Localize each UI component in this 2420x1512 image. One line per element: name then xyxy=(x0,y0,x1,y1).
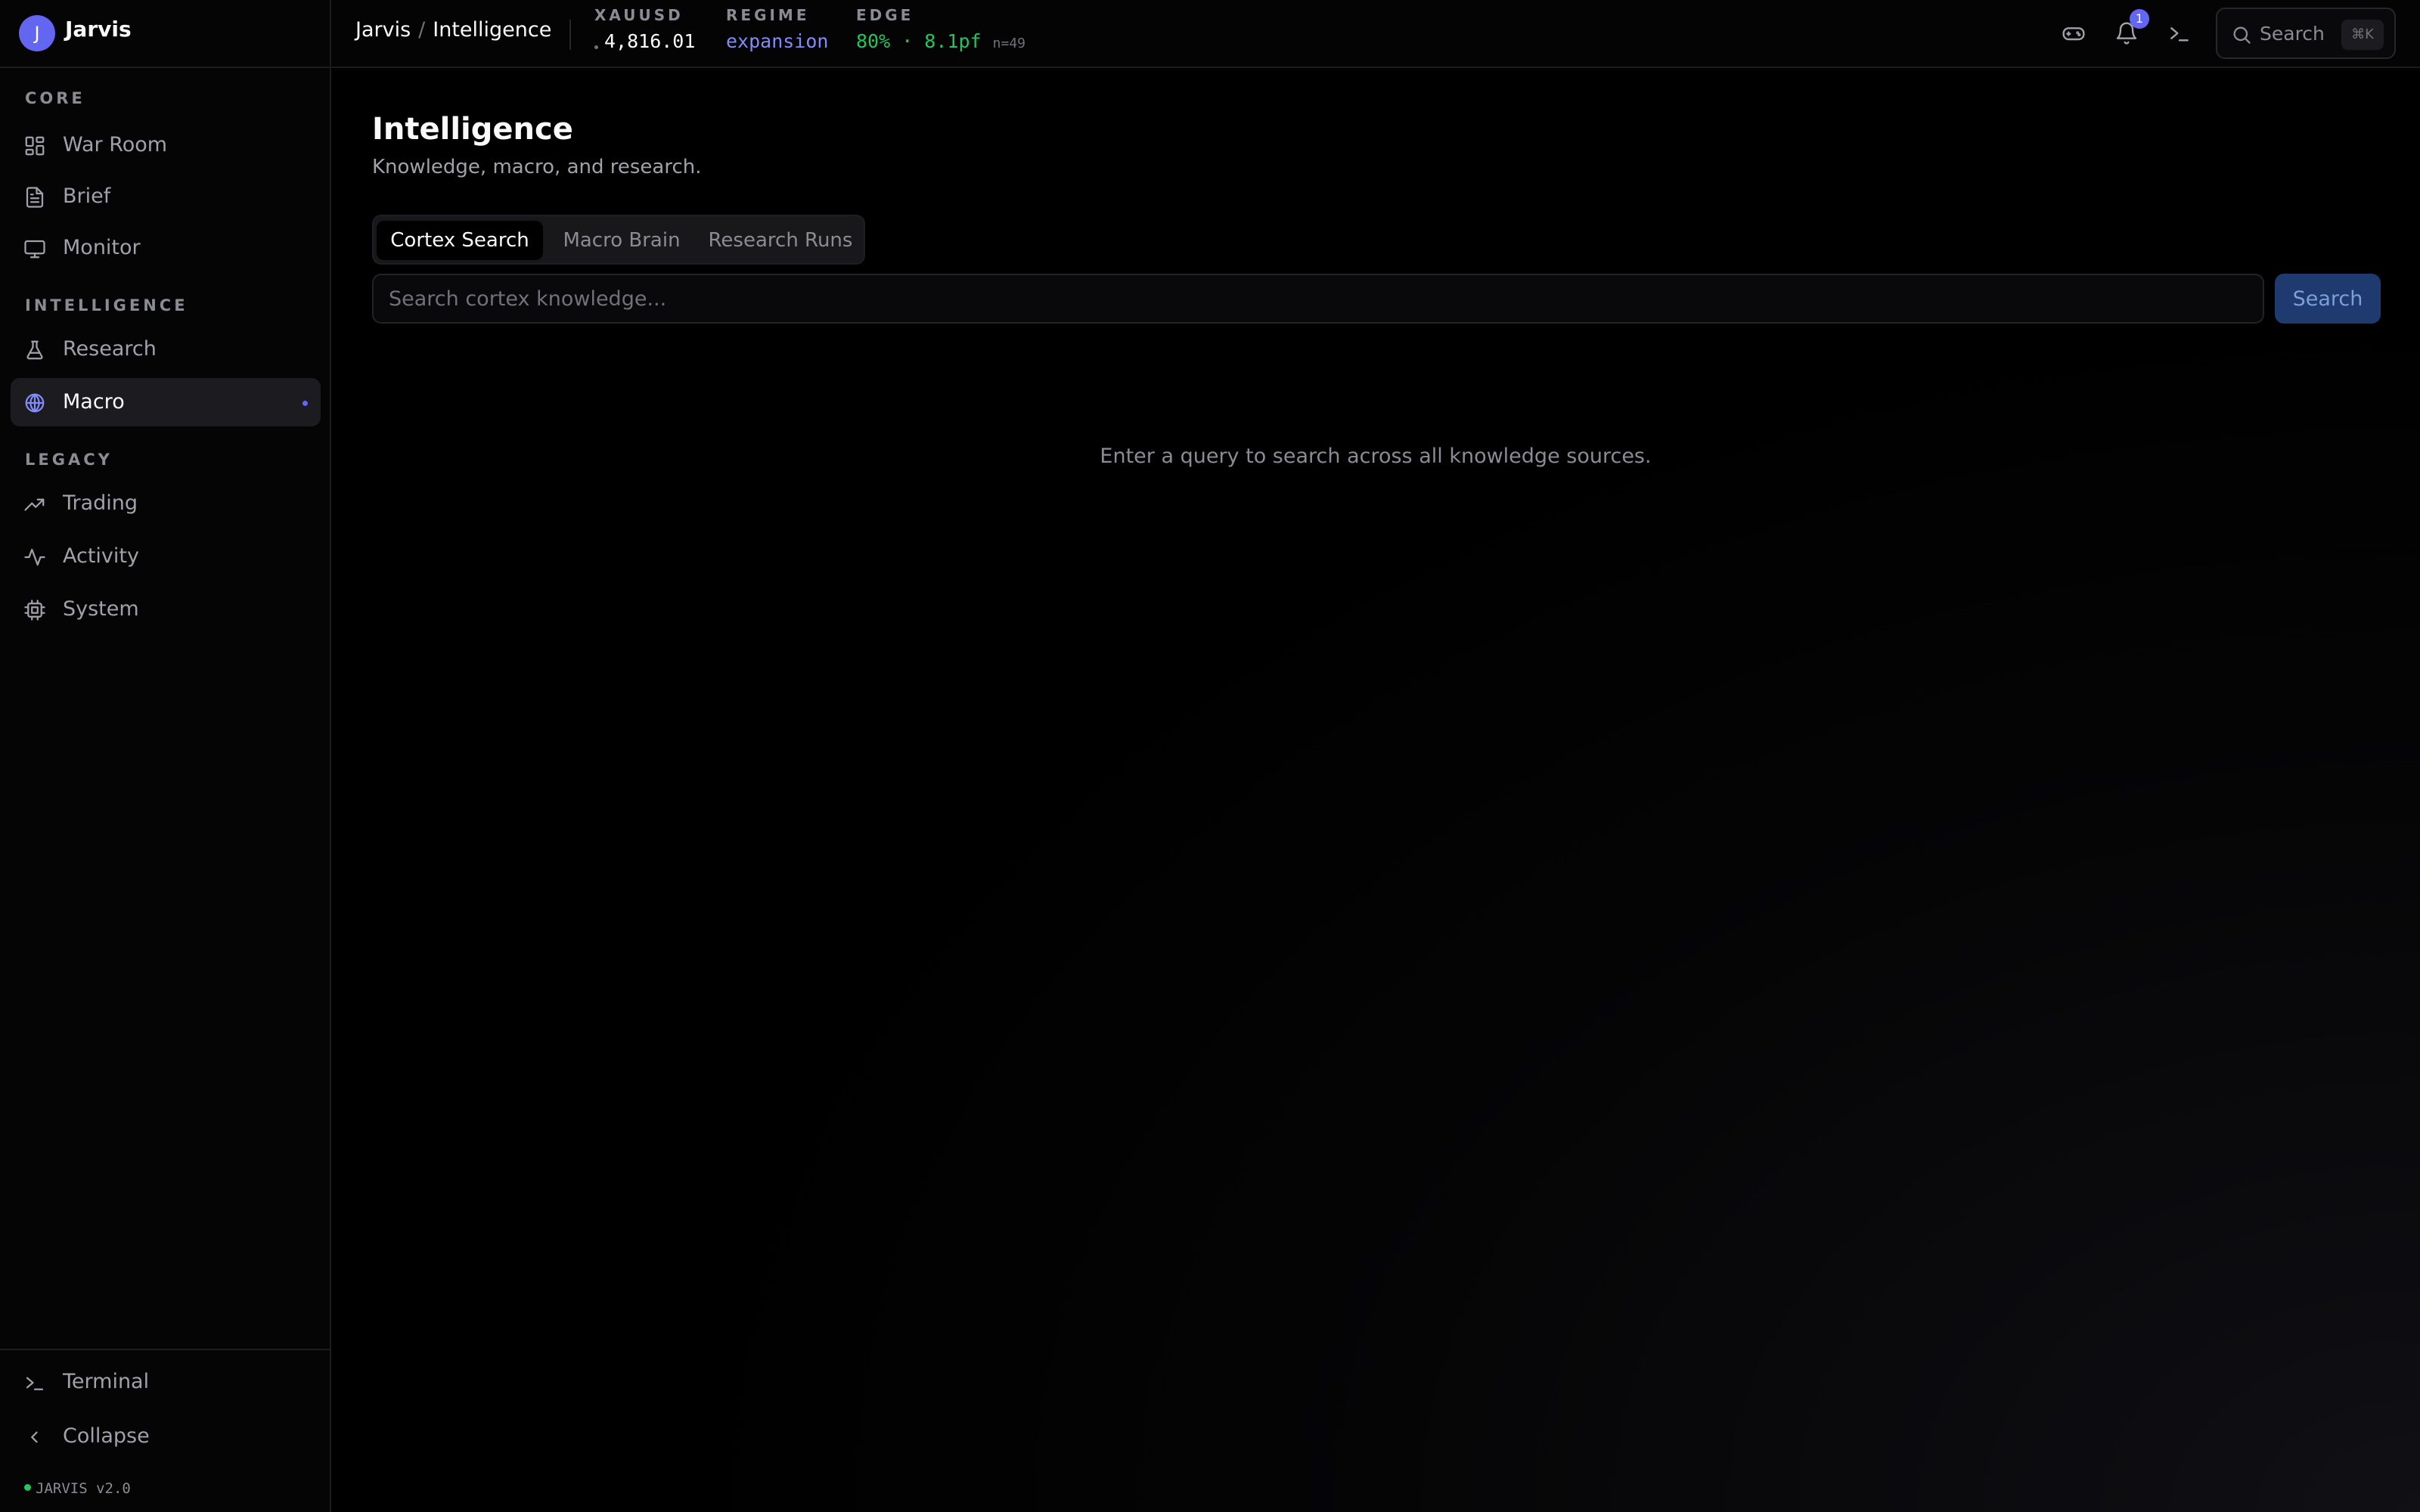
cortex-search-input[interactable] xyxy=(372,274,2264,324)
top-bar: Jarvis / Intelligence XAUUSD 4,816.01 REGI… xyxy=(331,0,2420,68)
sidebar-item-activity[interactable]: Activity xyxy=(11,532,321,581)
sidebar-item-label: Activity xyxy=(63,544,139,568)
sidebar-item-label: Brief xyxy=(63,184,111,208)
ticker-regime: REGIME expansion xyxy=(726,6,828,52)
sidebar-item-label: War Room xyxy=(63,133,168,156)
collapse-button[interactable]: Collapse xyxy=(11,1412,321,1461)
ticker-edge: EDGE 80% · 8.1pf n=49 xyxy=(856,6,1025,52)
monitor-icon xyxy=(23,237,46,260)
tab-bar: Cortex Search Macro Brain Research Runs xyxy=(372,215,865,265)
page-subtitle: Knowledge, macro, and research. xyxy=(372,156,702,178)
section-label-core: CORE xyxy=(25,89,85,107)
active-indicator-dot xyxy=(302,401,308,406)
grid-icon xyxy=(23,135,46,157)
page-title: Intelligence xyxy=(372,112,573,147)
sidebar-item-monitor[interactable]: Monitor xyxy=(11,224,321,272)
flask-icon xyxy=(23,339,46,361)
activity-icon xyxy=(23,546,46,569)
tab-research-runs[interactable]: Research Runs xyxy=(700,221,861,260)
brand-name: Jarvis xyxy=(65,17,132,42)
shortcut-badge: ⌘K xyxy=(2341,20,2384,50)
brand[interactable]: J Jarvis xyxy=(0,0,330,68)
search-label: Search xyxy=(2260,23,2325,45)
sidebar-item-label: Macro xyxy=(63,390,125,414)
search-icon xyxy=(2231,24,2252,45)
notifications-button[interactable]: 1 xyxy=(2113,9,2149,47)
brain-icon xyxy=(23,392,46,414)
terminal-icon xyxy=(23,1371,46,1394)
ticker-label: EDGE xyxy=(856,6,914,24)
cpu-icon xyxy=(23,599,46,621)
edge-value: 80% · 8.1pf xyxy=(856,30,982,52)
sidebar-item-system[interactable]: System xyxy=(11,585,321,634)
header-divider xyxy=(569,20,571,50)
version-text: JARVIS v2.0 xyxy=(36,1480,131,1497)
sidebar-item-research[interactable]: Research xyxy=(11,325,321,373)
sidebar-item-label: Trading xyxy=(63,491,138,515)
status-dot xyxy=(24,1484,31,1491)
section-label-intelligence: INTELLIGENCE xyxy=(25,296,188,314)
sidebar-item-label: Research xyxy=(63,337,157,361)
sidebar-item-trading[interactable]: Trading xyxy=(11,479,321,528)
sidebar: J Jarvis CORE War Room Brief Monitor INT… xyxy=(0,0,331,1512)
ticker-xauusd: XAUUSD 4,816.01 xyxy=(594,6,695,52)
app-root: J Jarvis CORE War Room Brief Monitor INT… xyxy=(0,0,2420,1512)
terminal-button[interactable]: Terminal xyxy=(11,1358,321,1406)
sidebar-item-macro[interactable]: Macro xyxy=(11,378,321,426)
trending-up-icon xyxy=(23,493,46,516)
breadcrumb-separator: / xyxy=(418,18,426,42)
ticker-label: REGIME xyxy=(726,6,810,24)
version-label: JARVIS v2.0 xyxy=(24,1480,131,1497)
sidebar-item-label: System xyxy=(63,597,139,621)
terminal-label: Terminal xyxy=(63,1370,150,1393)
ticker-value: 80% · 8.1pf n=49 xyxy=(856,30,1025,52)
ticker-label: XAUUSD xyxy=(594,6,684,24)
empty-state-message: Enter a query to search across all knowl… xyxy=(1100,445,1652,468)
regime-value: expansion xyxy=(726,30,829,52)
edge-sample: n=49 xyxy=(992,36,1025,51)
tab-cortex-search[interactable]: Cortex Search xyxy=(377,221,543,260)
sidebar-footer-divider xyxy=(0,1349,330,1350)
notification-badge: 1 xyxy=(2130,9,2149,29)
chevron-left-icon xyxy=(23,1426,46,1448)
sidebar-item-label: Monitor xyxy=(63,236,141,259)
search-button[interactable]: Search xyxy=(2275,274,2381,324)
sidebar-item-war-room[interactable]: War Room xyxy=(11,121,321,169)
ticker-dot xyxy=(594,45,598,49)
xauusd-price: 4,816.01 xyxy=(604,30,696,52)
sidebar-item-brief[interactable]: Brief xyxy=(11,172,321,221)
document-icon xyxy=(23,186,46,209)
terminal-icon xyxy=(2166,21,2193,45)
gamepad-button[interactable] xyxy=(2060,20,2087,47)
tab-macro-brain[interactable]: Macro Brain xyxy=(546,221,697,260)
command-search-button[interactable]: Search ⌘K xyxy=(2216,8,2396,59)
breadcrumb: Jarvis / Intelligence xyxy=(355,18,551,42)
section-label-legacy: LEGACY xyxy=(25,451,113,469)
avatar: J xyxy=(19,15,55,51)
terminal-toggle-button[interactable] xyxy=(2166,20,2193,47)
ticker-value: 4,816.01 xyxy=(594,30,695,52)
main-content: Intelligence Knowledge, macro, and resea… xyxy=(331,70,2420,1512)
collapse-label: Collapse xyxy=(63,1424,150,1448)
gamepad-icon xyxy=(2060,21,2087,45)
breadcrumb-current: Intelligence xyxy=(433,18,552,42)
breadcrumb-root[interactable]: Jarvis xyxy=(355,18,411,42)
